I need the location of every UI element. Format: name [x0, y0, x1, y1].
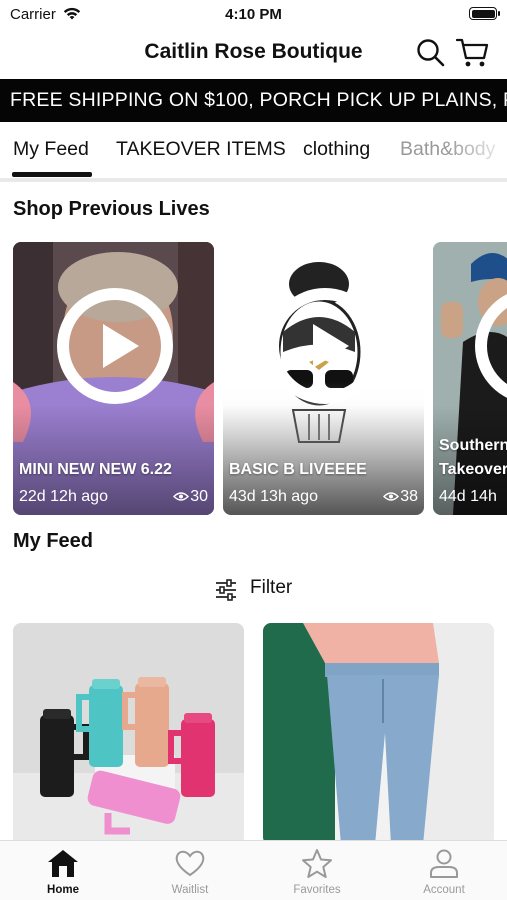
section-title-my-feed: My Feed: [13, 530, 94, 552]
section-title-previous-lives: Shop Previous Lives: [13, 198, 210, 220]
live-views: 30: [173, 488, 208, 506]
shipping-banner: FREE SHIPPING ON $100, PORCH PICK UP PLA…: [0, 79, 507, 122]
live-title: Southern: [439, 437, 507, 454]
live-title: BASIC B LIVEEEE: [229, 461, 367, 478]
live-age: 43d 13h ago: [229, 488, 318, 505]
tab-takeover-items[interactable]: TAKEOVER ITEMS: [116, 138, 286, 161]
status-time: 4:10 PM: [225, 6, 282, 23]
tabbar-label: Favorites: [293, 884, 341, 896]
status-bar: Carrier 4:10 PM: [0, 0, 507, 28]
sliders-icon: [216, 579, 236, 601]
live-age: 44d 14h: [439, 488, 497, 505]
filter-label: Filter: [250, 577, 293, 598]
live-card[interactable]: MINI NEW NEW 6.22 22d 12h ago 30: [13, 242, 214, 515]
play-icon: [57, 288, 173, 404]
battery-icon: [469, 7, 500, 20]
cart-icon: [455, 38, 489, 67]
cart-button[interactable]: [455, 36, 491, 70]
previous-lives-carousel: MINI NEW NEW 6.22 22d 12h ago 30 BASIC B…: [0, 242, 507, 516]
feed-product-card[interactable]: [13, 623, 244, 845]
app-header: Caitlin Rose Boutique: [0, 30, 507, 76]
live-title-line2: Takeover: [439, 461, 507, 478]
tabbar-home[interactable]: Home: [0, 841, 126, 900]
active-tab-indicator: [12, 172, 92, 177]
tabbar-label: Waitlist: [171, 884, 209, 896]
eye-icon: [383, 492, 400, 501]
tabbar-account[interactable]: Account: [381, 841, 507, 900]
category-tabs: My Feed TAKEOVER ITEMS clothing Bath&bod…: [0, 122, 507, 180]
home-icon: [48, 850, 78, 877]
search-icon: [417, 39, 445, 67]
eye-icon: [173, 492, 190, 501]
account-icon: [430, 849, 458, 878]
live-card[interactable]: BASIC B LIVEEEE 43d 13h ago 38: [223, 242, 424, 515]
star-icon: [302, 849, 332, 878]
product-image: [263, 623, 494, 845]
play-icon: [267, 288, 383, 404]
tab-clothing[interactable]: clothing: [303, 138, 370, 161]
product-image: [13, 623, 244, 845]
tabbar-label: Account: [423, 884, 465, 896]
live-views: 38: [383, 488, 418, 506]
heart-icon: [175, 850, 205, 877]
search-button[interactable]: [414, 36, 448, 70]
bottom-tab-bar: Home Waitlist Favorites Account: [0, 840, 507, 900]
live-title: MINI NEW NEW 6.22: [19, 461, 172, 478]
tab-my-feed[interactable]: My Feed: [13, 138, 89, 161]
live-age: 22d 12h ago: [19, 488, 108, 505]
tabbar-label: Home: [47, 884, 79, 896]
live-card[interactable]: Southern Takeover 44d 14h: [433, 242, 507, 515]
play-icon: [475, 294, 507, 398]
feed-product-card[interactable]: [263, 623, 494, 845]
tabbar-waitlist[interactable]: Waitlist: [127, 841, 253, 900]
tabbar-favorites[interactable]: Favorites: [254, 841, 380, 900]
